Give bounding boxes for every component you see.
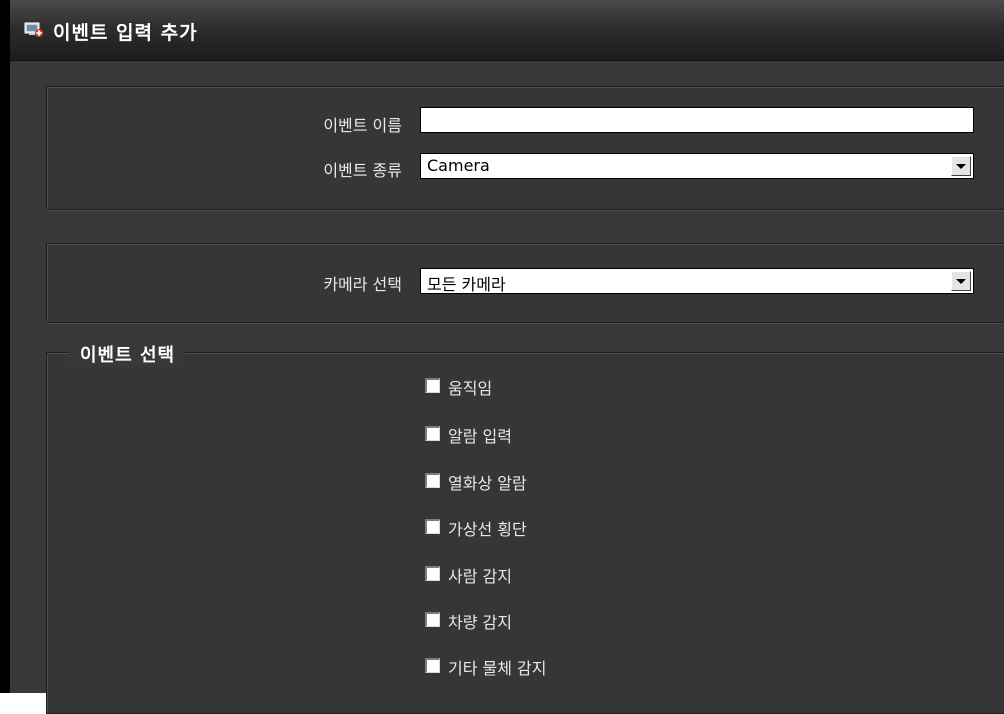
checkbox-label: 기타 물체 감지 <box>448 659 547 678</box>
event-select-title: 이벤트 선택 <box>70 341 186 367</box>
event-add-icon <box>24 22 44 38</box>
event-name-input[interactable] <box>420 107 974 133</box>
camera-select[interactable]: 모든 카메라 <box>420 268 974 294</box>
checkbox[interactable] <box>425 473 440 488</box>
event-type-dropdown-arrow-icon[interactable] <box>951 156 971 176</box>
event-type-select[interactable]: Camera <box>420 153 974 179</box>
content-area: 이벤트 이름 이벤트 종류 Camera 카메라 선택 모든 카메라 이벤트 선… <box>10 61 1004 714</box>
checkbox[interactable] <box>425 566 440 581</box>
window-title: 이벤트 입력 추가 <box>53 22 198 44</box>
camera-select-label: 카메라 선택 <box>323 275 402 294</box>
checkbox[interactable] <box>425 426 440 441</box>
checkbox[interactable] <box>425 658 440 673</box>
checkbox-label: 움직임 <box>448 379 493 398</box>
checkbox[interactable] <box>425 612 440 627</box>
title-bar: 이벤트 입력 추가 <box>10 0 1004 61</box>
event-type-label: 이벤트 종류 <box>323 161 402 180</box>
event-type-value: Camera <box>427 156 490 175</box>
window-left-border <box>0 0 10 693</box>
checkbox-label: 사람 감지 <box>448 567 512 586</box>
checkbox-label: 알람 입력 <box>448 427 512 446</box>
event-name-label: 이벤트 이름 <box>323 116 402 135</box>
camera-dropdown-arrow-icon[interactable] <box>951 271 971 291</box>
camera-select-value: 모든 카메라 <box>427 275 506 294</box>
checkbox-label: 차량 감지 <box>448 613 512 632</box>
checkbox-label: 가상선 횡단 <box>448 520 527 539</box>
event-add-window: 이벤트 입력 추가 이벤트 이름 이벤트 종류 Camera 카메라 선택 모든… <box>0 0 1004 714</box>
checkbox[interactable] <box>425 519 440 534</box>
checkbox[interactable] <box>425 378 440 393</box>
event-info-panel <box>46 86 1004 210</box>
checkbox-label: 열화상 알람 <box>448 474 527 493</box>
